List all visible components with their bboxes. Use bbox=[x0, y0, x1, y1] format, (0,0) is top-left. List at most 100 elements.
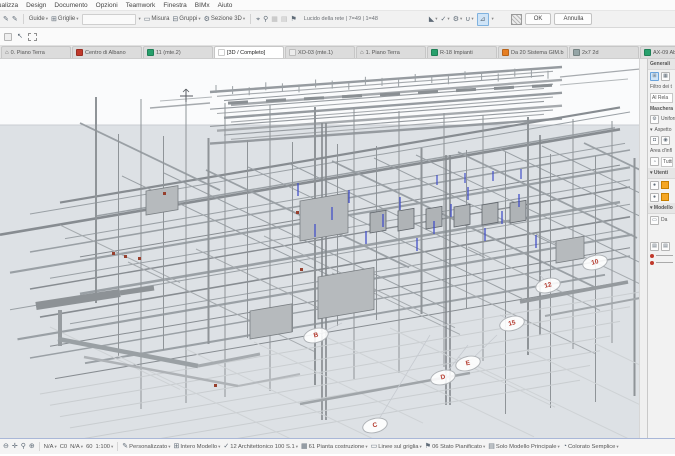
grid-bubble-label: 10 bbox=[591, 258, 600, 267]
camera-icon: ◣ bbox=[429, 16, 434, 23]
menu-finestra[interactable]: Finestra bbox=[163, 2, 186, 9]
tab-label: 0. Piano Terra bbox=[11, 50, 45, 56]
user-color-swatch[interactable] bbox=[661, 193, 669, 201]
tab-piano-terra-1[interactable]: ⌂ 1. Piano Terra bbox=[356, 46, 426, 58]
griglie-button[interactable]: ⊞ Griglie ▾ bbox=[51, 16, 78, 23]
layer-combination-select[interactable]: ✎Personalizzato▾ bbox=[122, 443, 170, 450]
tab-ax09-abaco[interactable]: AX-09 Abaco Aree P-1 bbox=[640, 46, 675, 58]
zoom-in-icon[interactable]: ⊕ bbox=[29, 443, 35, 450]
misura-label: Misura bbox=[151, 16, 169, 22]
menu-documento[interactable]: Documento bbox=[54, 2, 87, 9]
ok-button[interactable]: OK bbox=[525, 13, 552, 25]
chevron-down-icon: ▾ bbox=[435, 16, 437, 22]
confirm-tool-button[interactable]: ✓ ▾ bbox=[441, 16, 450, 23]
tab-11-mte2[interactable]: 11 (mte.2) bbox=[143, 46, 213, 58]
pen-color-dot[interactable] bbox=[650, 261, 654, 265]
zoom-out-icon[interactable]: ⊖ bbox=[3, 443, 9, 450]
tab-3d-completo-active[interactable]: [3D / Completo] bbox=[214, 46, 284, 58]
sezione-3d-button[interactable]: ⚙ Sezione 3D ▾ bbox=[204, 16, 246, 23]
zoom-fit-icon[interactable]: ✛ bbox=[12, 443, 18, 450]
settings-tool-button[interactable]: ⚙ ▾ bbox=[453, 16, 463, 23]
field-scale[interactable]: 1:100▾ bbox=[96, 444, 114, 450]
view-orientation-button[interactable]: ◣ ▾ bbox=[429, 16, 438, 23]
pen-icon: ✎ bbox=[122, 443, 128, 450]
chevron-down-icon[interactable]: ▾ bbox=[650, 170, 653, 176]
graphic-override-select[interactable]: ⚑06 Stato Pianificato▾ bbox=[425, 443, 486, 450]
settings-sidebar: Generali ⊞ ▦ Filtro dei t Al Rela Masche… bbox=[647, 59, 675, 438]
grid-bubble-label: C bbox=[372, 422, 378, 430]
folder-icon[interactable]: ▤ bbox=[661, 242, 670, 251]
marquee-icon[interactable] bbox=[28, 33, 37, 41]
field-na-1[interactable]: N/A▾ bbox=[44, 444, 57, 450]
grid-lines-select[interactable]: ▭Linee sul griglia▾ bbox=[371, 443, 422, 450]
target-icon[interactable]: ⌖ bbox=[256, 16, 260, 23]
menu-visualizza[interactable]: Visualizza bbox=[0, 2, 18, 9]
field-zoom-level[interactable]: 60 bbox=[86, 444, 92, 450]
toolbar-separator bbox=[250, 14, 251, 24]
lock-icon[interactable]: ◘ bbox=[650, 136, 659, 145]
menu-teamwork[interactable]: Teamwork bbox=[126, 2, 156, 9]
filter-select[interactable]: Al Rela bbox=[650, 93, 673, 103]
eye-icon[interactable]: ◉ bbox=[661, 136, 670, 145]
tab-2x7-2d[interactable]: 2x7 2d bbox=[569, 46, 639, 58]
pencil-icon[interactable]: ✎ bbox=[12, 16, 18, 23]
chevron-down-icon[interactable]: ▾ bbox=[492, 16, 494, 22]
grid-bubble-label: D bbox=[440, 374, 446, 382]
zoom-tool-icon[interactable]: ⚲ bbox=[263, 16, 268, 23]
viewport-scrollbar[interactable] bbox=[639, 59, 647, 438]
area-select[interactable]: Tutti bbox=[661, 157, 673, 167]
model-view-options-select[interactable]: ▦61 Pianta costruzione▾ bbox=[301, 443, 368, 450]
tab-da20-sistema[interactable]: Da 20 Sistema GIM.b bbox=[498, 46, 568, 58]
gear-icon[interactable]: ⚙ bbox=[650, 115, 659, 124]
misura-button[interactable]: ▭ Misura bbox=[144, 16, 170, 23]
tab-label: R-18 Impianti bbox=[440, 50, 473, 56]
grid-bubble-label: E bbox=[465, 360, 471, 368]
field-na-2[interactable]: N/A▾ bbox=[70, 444, 83, 450]
menu-opzioni[interactable]: Opzioni bbox=[96, 2, 118, 9]
field-c0[interactable]: C0 bbox=[60, 444, 67, 450]
magnet-tool-button[interactable]: ∪ ▾ bbox=[465, 16, 473, 23]
modello-header: Modello bbox=[654, 205, 673, 211]
pie-icon: ◔ bbox=[563, 443, 567, 450]
gruppi-button[interactable]: ⊟ Gruppi ▾ bbox=[172, 16, 200, 23]
snap-combo[interactable] bbox=[82, 14, 136, 25]
user-color-swatch[interactable] bbox=[661, 181, 669, 189]
chevron-down-icon[interactable]: ▾ bbox=[650, 127, 653, 133]
grid-bubble-label: 12 bbox=[544, 281, 553, 290]
slope-icon: ⊿ bbox=[480, 16, 486, 23]
chevron-down-icon: ▾ bbox=[76, 16, 78, 22]
main-area: B C D E 15 12 10 Generali ⊞ ▦ Filtro dei… bbox=[0, 59, 675, 438]
mode-icon[interactable]: ▦ bbox=[661, 72, 670, 81]
pen-set-select[interactable]: ✓12 Architettonico 100 S.1▾ bbox=[223, 443, 298, 450]
tab-r18-impianti[interactable]: R-18 Impianti bbox=[427, 46, 497, 58]
arrow-cursor-icon[interactable]: ↖ bbox=[17, 33, 23, 40]
slope-tool-button-selected[interactable]: ⊿ bbox=[477, 13, 489, 26]
annulla-button[interactable]: Annulla bbox=[554, 13, 592, 25]
menu-design[interactable]: Design bbox=[26, 2, 46, 9]
pen-color-dot[interactable] bbox=[650, 254, 654, 258]
grid-icon: ⊞ bbox=[173, 443, 179, 450]
menu-bimx[interactable]: BIMx bbox=[195, 2, 210, 9]
structure-display-select[interactable]: ⊞Intero Modello▾ bbox=[173, 443, 220, 450]
walk-icon[interactable]: ⚲ bbox=[21, 443, 26, 450]
3d-style-select[interactable]: ◔Colorato Semplice▾ bbox=[563, 443, 619, 450]
3d-viewport[interactable]: B C D E 15 12 10 bbox=[0, 59, 639, 438]
main-toolbar: ✎ ✎ Guide ▾ ⊞ Griglie ▾ ▾ ▭ Misura ⊟ Gru… bbox=[0, 10, 675, 28]
pencil-icon[interactable]: ✎ bbox=[3, 16, 9, 23]
tab-xo03[interactable]: XO-03 (mte.1) bbox=[285, 46, 355, 58]
menu-aiuto[interactable]: Aiuto bbox=[218, 2, 233, 9]
tab-piano-terra-0[interactable]: ⌂ 0. Piano Terra bbox=[1, 46, 71, 58]
gruppi-label: Gruppi bbox=[179, 16, 197, 22]
fill-pattern-swatch[interactable] bbox=[511, 14, 522, 25]
flag-icon[interactable]: ⚑ bbox=[291, 16, 297, 23]
renovation-filter-select[interactable]: ▤Solo Modello Principale▾ bbox=[488, 443, 559, 450]
info-box-icon[interactable] bbox=[4, 33, 12, 41]
tab-centro[interactable]: Centro di Albano bbox=[72, 46, 142, 58]
chevron-down-icon[interactable]: ▾ bbox=[650, 205, 653, 211]
guide-button[interactable]: Guide ▾ bbox=[29, 16, 48, 22]
selected-mode-icon[interactable]: ⊞ bbox=[650, 72, 659, 81]
user-icon: ● bbox=[650, 193, 659, 202]
folder-icon[interactable]: ▤ bbox=[650, 242, 659, 251]
chevron-down-icon[interactable]: ▾ bbox=[139, 16, 141, 22]
gear-icon: ⚙ bbox=[453, 16, 459, 23]
